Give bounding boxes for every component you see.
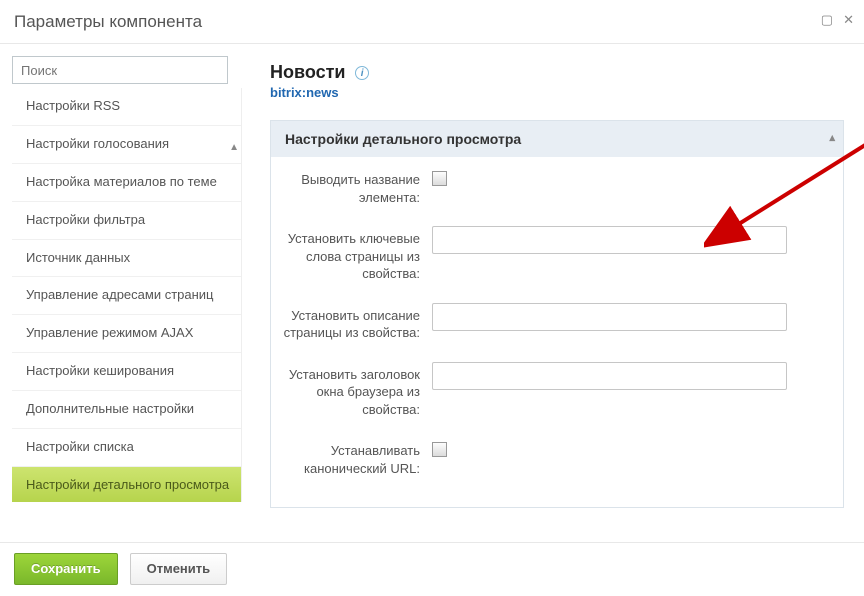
save-button[interactable]: Сохранить (14, 553, 118, 585)
field-label-element-title: Выводить название элемента: (277, 167, 432, 206)
section-title: Настройки детального просмотра (285, 131, 521, 147)
field-label-keywords: Установить ключевые слова страницы из св… (277, 226, 432, 283)
sidebar-item-additional[interactable]: Дополнительные настройки (12, 391, 241, 429)
dialog-title: Параметры компонента (14, 12, 202, 32)
component-id: bitrix:news (270, 85, 844, 100)
sidebar-item-ajax[interactable]: Управление режимом AJAX (12, 315, 241, 353)
sidebar-item-caching[interactable]: Настройки кеширования (12, 353, 241, 391)
page-title: Новости (270, 62, 345, 83)
sidebar-item-list-settings[interactable]: Настройки списка (12, 429, 241, 467)
sidebar-item-voting[interactable]: Настройки голосования (12, 126, 241, 164)
maximize-icon[interactable]: ▢ (821, 12, 833, 28)
field-label-description: Установить описание страницы из свойства… (277, 303, 432, 342)
sidebar-item-detail-view[interactable]: Настройки детального просмотра (12, 467, 241, 502)
input-browser-title[interactable] (432, 362, 787, 390)
section-header[interactable]: Настройки детального просмотра ▴ (271, 121, 843, 157)
field-label-canonical: Устанавливать канонический URL: (277, 438, 432, 477)
input-keywords[interactable] (432, 226, 787, 254)
field-label-browser-title: Установить заголовок окна браузера из св… (277, 362, 432, 419)
info-icon[interactable]: i (355, 66, 369, 80)
sidebar-item-rss[interactable]: Настройки RSS (12, 88, 241, 126)
sidebar-nav: Настройки RSS Настройки голосования Наст… (12, 88, 242, 502)
input-description[interactable] (432, 303, 787, 331)
collapse-icon[interactable]: ▴ (829, 131, 835, 144)
sidebar-item-filter[interactable]: Настройки фильтра (12, 202, 241, 240)
search-input[interactable] (12, 56, 228, 84)
checkbox-element-title[interactable] (432, 171, 447, 186)
close-icon[interactable]: ✕ (843, 12, 854, 28)
cancel-button[interactable]: Отменить (130, 553, 228, 585)
sidebar-item-url-management[interactable]: Управление адресами страниц (12, 277, 241, 315)
checkbox-canonical[interactable] (432, 442, 447, 457)
sidebar-item-topic-materials[interactable]: Настройка материалов по теме (12, 164, 241, 202)
sidebar-item-data-source[interactable]: Источник данных (12, 240, 241, 278)
